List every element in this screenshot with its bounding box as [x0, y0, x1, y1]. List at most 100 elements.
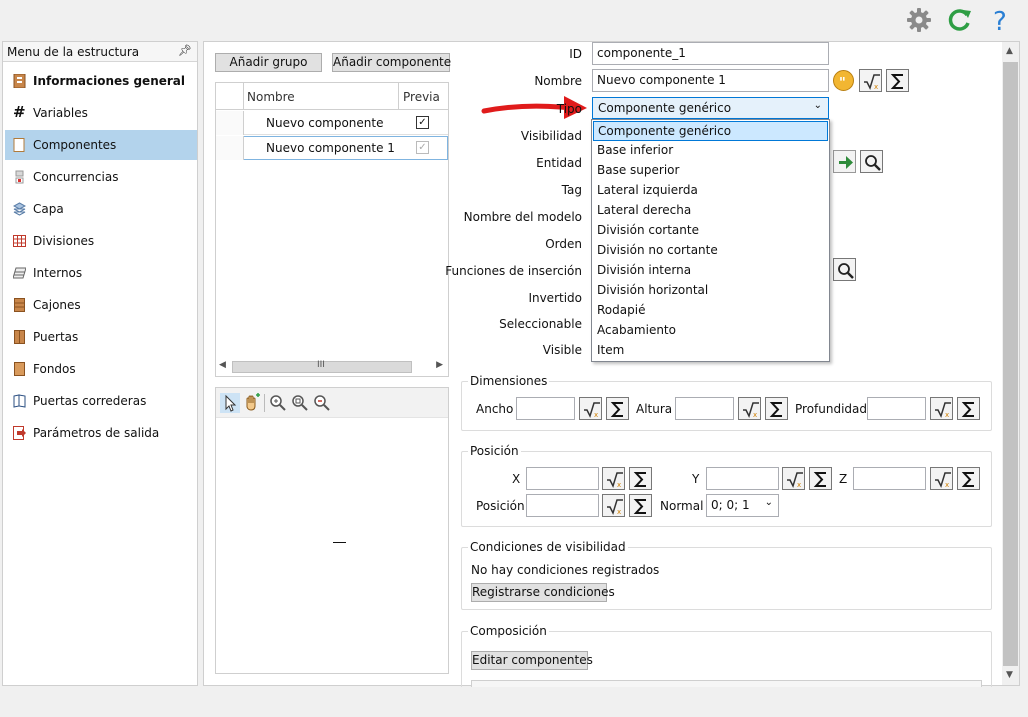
sum-icon[interactable]	[809, 467, 832, 490]
sum-icon[interactable]	[629, 467, 652, 490]
scroll-right-arrow-icon[interactable]: ▶	[436, 360, 443, 370]
id-field[interactable]: componente_1	[592, 42, 829, 65]
preview-checkbox[interactable]: ✓	[416, 141, 429, 154]
add-component-button[interactable]: Añadir componente	[332, 53, 451, 72]
y-field[interactable]	[706, 467, 779, 490]
zoom-in-icon[interactable]	[290, 393, 310, 413]
vertical-scrollbar[interactable]: ▲ ▼	[1002, 42, 1019, 685]
formula-sqrt-icon[interactable]: x	[602, 494, 625, 517]
pan-hand-icon[interactable]	[242, 393, 262, 413]
menu-item-divisiones[interactable]: Divisiones	[5, 226, 197, 256]
sum-icon[interactable]	[629, 494, 652, 517]
profundidad-field[interactable]	[867, 397, 926, 420]
chevron-down-icon[interactable]: ⌄	[765, 497, 773, 508]
refresh-icon[interactable]	[946, 6, 974, 34]
sum-icon[interactable]	[957, 467, 980, 490]
menu-item-puertas[interactable]: Puertas	[5, 322, 197, 352]
menu-item-internos[interactable]: Internos	[5, 258, 197, 288]
menu-item-informaciones[interactable]: Informaciones general	[5, 66, 197, 96]
tipo-option[interactable]: Base inferior	[593, 141, 828, 161]
row-header[interactable]	[216, 111, 244, 135]
x-label: X	[512, 472, 521, 486]
help-icon[interactable]: ?	[987, 6, 1015, 37]
formula-sqrt-icon[interactable]: x	[579, 397, 602, 420]
menu-item-variables[interactable]: # Variables	[5, 98, 197, 128]
z-field[interactable]	[853, 467, 926, 490]
status-bar	[0, 687, 1028, 717]
nombre-field[interactable]: Nuevo componente 1	[592, 69, 829, 92]
zoom-fit-icon[interactable]	[268, 393, 288, 413]
shelves-icon	[12, 266, 27, 280]
translate-quote-icon[interactable]: "	[833, 70, 854, 91]
posicion-field[interactable]	[526, 494, 599, 517]
tipo-option[interactable]: Base superior	[593, 161, 828, 181]
go-arrow-icon[interactable]	[833, 150, 856, 173]
formula-sqrt-icon[interactable]: x	[782, 467, 805, 490]
sum-icon[interactable]	[765, 397, 788, 420]
scroll-up-arrow-icon[interactable]: ▲	[1006, 46, 1013, 56]
menu-item-parametros-salida[interactable]: Parámetros de salida	[5, 418, 197, 448]
formula-sqrt-icon[interactable]: x	[859, 69, 882, 92]
table-row[interactable]: Nuevo componente ✓	[216, 111, 448, 135]
menu-item-label: Componentes	[33, 138, 117, 152]
entidad-label: Entidad	[536, 156, 582, 170]
tipo-select[interactable]: Componente genérico ⌄	[592, 97, 829, 119]
sum-icon[interactable]	[886, 69, 909, 92]
normal-select[interactable]: 0; 0; 1 ⌄	[706, 494, 779, 517]
tipo-option[interactable]: Acabamiento	[593, 321, 828, 341]
tipo-option[interactable]: División no cortante	[593, 241, 828, 261]
scroll-down-arrow-icon[interactable]: ▼	[1006, 670, 1013, 680]
menu-item-puertas-correderas[interactable]: Puertas correderas	[5, 386, 197, 416]
altura-field[interactable]	[675, 397, 734, 420]
svg-text:x: x	[797, 481, 801, 489]
tipo-option[interactable]: Item	[593, 341, 828, 361]
scrollbar-thumb[interactable]	[1003, 62, 1018, 666]
row-header[interactable]	[216, 136, 244, 160]
invertido-label: Invertido	[528, 291, 582, 305]
search-icon[interactable]	[833, 258, 856, 281]
menu-item-componentes[interactable]: Componentes	[5, 130, 197, 160]
ancho-label: Ancho	[476, 402, 514, 416]
formula-sqrt-icon[interactable]: x	[602, 467, 625, 490]
main-content: Añadir grupo Añadir componente Nombre Pr…	[203, 41, 1020, 691]
sum-icon[interactable]	[606, 397, 629, 420]
grid-column-header-previa[interactable]: Previa	[399, 83, 448, 110]
formula-sqrt-icon[interactable]: x	[930, 467, 953, 490]
table-row-selected[interactable]: Nuevo componente 1 ✓	[216, 136, 448, 160]
register-conditions-button[interactable]: Registrarse condiciones	[471, 583, 615, 602]
tipo-option[interactable]: Rodapié	[593, 301, 828, 321]
formula-sqrt-icon[interactable]: x	[930, 397, 953, 420]
pointer-icon[interactable]	[220, 393, 240, 413]
grid-column-header-nombre[interactable]: Nombre	[244, 83, 399, 110]
tipo-option[interactable]: Lateral derecha	[593, 201, 828, 221]
tipo-option[interactable]: Componente genérico	[593, 121, 828, 141]
menu-item-concurrencias[interactable]: Concurrencias	[5, 162, 197, 192]
horizontal-scrollbar[interactable]: ◀ III ▶	[216, 358, 448, 376]
menu-item-cajones[interactable]: Cajones	[5, 290, 197, 320]
scrollbar-thumb[interactable]: III	[232, 360, 412, 373]
add-group-button[interactable]: Añadir grupo	[215, 53, 322, 72]
menu-item-fondos[interactable]: Fondos	[5, 354, 197, 384]
tipo-option[interactable]: División cortante	[593, 221, 828, 241]
sum-icon[interactable]	[957, 397, 980, 420]
tipo-option[interactable]: División horizontal	[593, 281, 828, 301]
x-field[interactable]	[526, 467, 599, 490]
svg-text:x: x	[617, 481, 621, 489]
ancho-field[interactable]	[516, 397, 575, 420]
gear-icon[interactable]	[905, 6, 933, 34]
tipo-option[interactable]: Lateral izquierda	[593, 181, 828, 201]
search-icon[interactable]	[860, 150, 883, 173]
back-panel-icon	[13, 362, 26, 376]
tipo-option[interactable]: División interna	[593, 261, 828, 281]
seleccionable-label: Seleccionable	[499, 317, 582, 331]
scroll-left-arrow-icon[interactable]: ◀	[219, 360, 226, 370]
formula-sqrt-icon[interactable]: x	[738, 397, 761, 420]
preview-checkbox[interactable]: ✓	[416, 116, 429, 129]
zoom-out-icon[interactable]	[312, 393, 332, 413]
dimensiones-group: Dimensiones Ancho x Altura x Profundidad…	[461, 374, 992, 431]
posicion-label: Posición	[476, 499, 525, 513]
menu-item-capa[interactable]: Capa	[5, 194, 197, 224]
chevron-down-icon[interactable]: ⌄	[814, 100, 822, 111]
edit-components-button[interactable]: Editar componentes	[471, 651, 593, 670]
pin-icon[interactable]: 📌︎	[178, 44, 192, 57]
